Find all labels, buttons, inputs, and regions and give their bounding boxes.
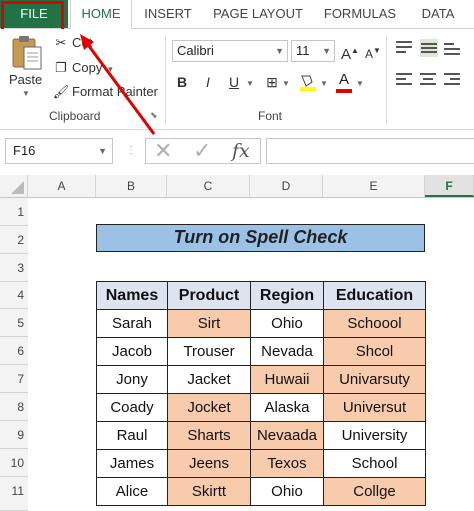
cell-name[interactable]: Jacob <box>96 337 168 366</box>
column-header-e[interactable]: E <box>323 175 425 197</box>
table-header-row: Names Product Region Education <box>96 281 426 310</box>
cell-product[interactable]: Skirtt <box>167 477 251 506</box>
cell-product[interactable]: Jocket <box>167 393 251 422</box>
cell-region[interactable]: Ohio <box>250 477 324 506</box>
row-header-10[interactable]: 10 <box>0 449 28 477</box>
row-header-11[interactable]: 11 <box>0 477 28 511</box>
row-header-9[interactable]: 9 <box>0 421 28 449</box>
cell-name[interactable]: Sarah <box>96 309 168 338</box>
row-header-7[interactable]: 7 <box>0 365 28 393</box>
enter-check-icon[interactable]: ✓ <box>193 139 211 163</box>
table-row: Sarah Sirt Ohio Schoool <box>96 309 426 338</box>
cell-product[interactable]: Jacket <box>167 365 251 394</box>
cell-region[interactable]: Alaska <box>250 393 324 422</box>
cell-education[interactable]: University <box>323 421 426 450</box>
cell-product[interactable]: Sharts <box>167 421 251 450</box>
cell-region[interactable]: Huwaii <box>250 365 324 394</box>
cell-education[interactable]: School <box>323 449 426 478</box>
row-header-6[interactable]: 6 <box>0 337 28 365</box>
cell-name[interactable]: Raul <box>96 421 168 450</box>
cell-name[interactable]: Jony <box>96 365 168 394</box>
header-names[interactable]: Names <box>96 281 168 310</box>
column-header-d[interactable]: D <box>250 175 323 197</box>
cancel-icon[interactable]: ✕ <box>154 139 172 163</box>
cell-region[interactable]: Texos <box>250 449 324 478</box>
table-row: Jony Jacket Huwaii Univarsuty <box>96 365 426 394</box>
table-row: Coady Jocket Alaska Universut <box>96 393 426 422</box>
row-header-2[interactable]: 2 <box>0 226 28 254</box>
cell-product[interactable]: Sirt <box>167 309 251 338</box>
header-education[interactable]: Education <box>323 281 426 310</box>
row-header-1[interactable]: 1 <box>0 198 28 226</box>
cell-name[interactable]: Alice <box>96 477 168 506</box>
cell-region[interactable]: Ohio <box>250 309 324 338</box>
cell-education[interactable]: Universut <box>323 393 426 422</box>
column-header-bar: A B C D E F <box>0 175 474 198</box>
header-region[interactable]: Region <box>250 281 324 310</box>
table-row: Raul Sharts Nevaada University <box>96 421 426 450</box>
column-header-c[interactable]: C <box>167 175 250 197</box>
cell-name[interactable]: James <box>96 449 168 478</box>
cell-product[interactable]: Jeens <box>167 449 251 478</box>
name-box[interactable]: F16 ▼ <box>5 138 113 164</box>
select-all-corner[interactable] <box>0 175 28 197</box>
row-header-8[interactable]: 8 <box>0 393 28 421</box>
row-header-5[interactable]: 5 <box>0 309 28 337</box>
cell-education[interactable]: Shcol <box>323 337 426 366</box>
cell-education[interactable]: Collge <box>323 477 426 506</box>
table-row: Jacob Trouser Nevada Shcol <box>96 337 426 366</box>
column-header-a[interactable]: A <box>28 175 96 197</box>
cell-product[interactable]: Trouser <box>167 337 251 366</box>
cell-region[interactable]: Nevada <box>250 337 324 366</box>
cell-education[interactable]: Univarsuty <box>323 365 426 394</box>
table-row: Alice Skirtt Ohio Collge <box>96 477 426 506</box>
row-header-3[interactable]: 3 <box>0 254 28 282</box>
formula-input[interactable] <box>266 138 474 164</box>
table-row: James Jeens Texos School <box>96 449 426 478</box>
cell-region[interactable]: Nevaada <box>250 421 324 450</box>
cell-name[interactable]: Coady <box>96 393 168 422</box>
formula-bar-grip-icon: ⋮ <box>126 145 137 156</box>
cell-education[interactable]: Schoool <box>323 309 426 338</box>
row-header-4[interactable]: 4 <box>0 282 28 309</box>
sheet-title-cell[interactable]: Turn on Spell Check <box>96 224 425 252</box>
header-product[interactable]: Product <box>167 281 251 310</box>
column-header-f[interactable]: F <box>425 175 474 197</box>
column-header-b[interactable]: B <box>96 175 167 197</box>
data-table: Names Product Region Education Sarah Sir… <box>96 281 426 506</box>
insert-function-button[interactable]: fx <box>232 139 250 163</box>
